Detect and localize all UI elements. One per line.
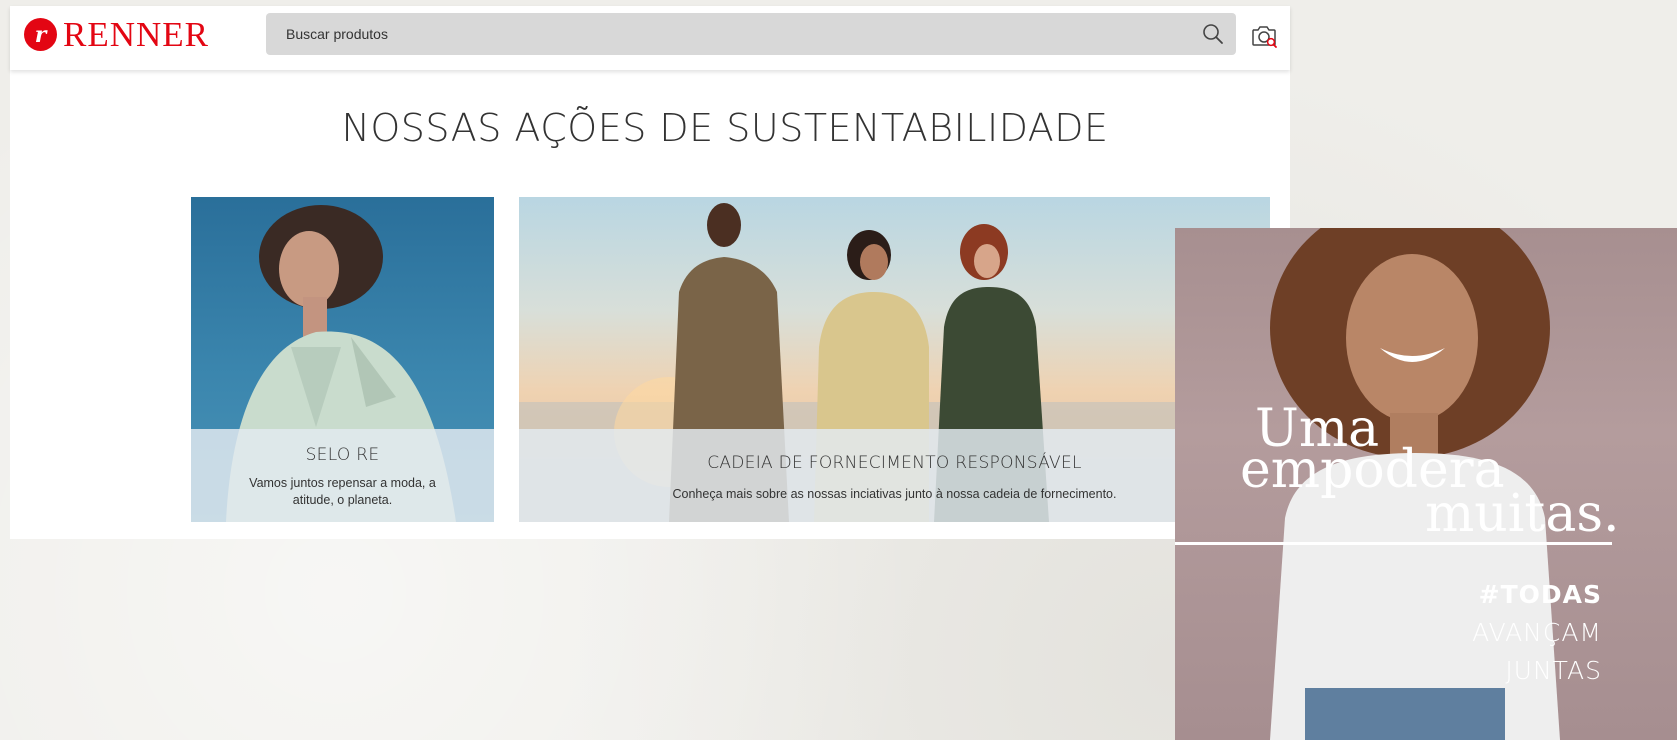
campaign-tag-line-2: AVANÇAM	[1472, 618, 1602, 647]
card-overlay: CADEIA DE FORNECIMENTO RESPONSÁVEL Conhe…	[519, 429, 1270, 522]
card-title: SELO RE	[305, 445, 380, 465]
campaign-hashtag: #TODAS	[1478, 580, 1602, 609]
camera-search-icon[interactable]	[1250, 23, 1278, 49]
site-header: r RENNER	[10, 6, 1290, 70]
card-selo-re[interactable]: SELO RE Vamos juntos repensar a moda, a …	[191, 197, 494, 522]
card-title: CADEIA DE FORNECIMENTO RESPONSÁVEL	[707, 453, 1082, 473]
campaign-divider	[1175, 542, 1612, 545]
card-overlay: SELO RE Vamos juntos repensar a moda, a …	[191, 429, 494, 522]
search-input[interactable]	[266, 13, 1186, 55]
logo-mark-icon: r	[24, 18, 57, 51]
page-title: NOSSAS AÇÕES DE SUSTENTABILIDADE	[341, 106, 1109, 150]
logo-text: RENNER	[63, 15, 209, 54]
search-bar	[266, 13, 1236, 55]
campaign-tag-line-3: JUNTAS	[1505, 656, 1602, 685]
card-description: Vamos juntos repensar a moda, a atitude,…	[249, 476, 436, 507]
search-icon[interactable]	[1202, 23, 1224, 45]
card-cadeia-fornecimento[interactable]: CADEIA DE FORNECIMENTO RESPONSÁVEL Conhe…	[519, 197, 1270, 522]
website-window: r RENNER NOSSAS AÇÕES DE SUSTENTABILIDAD…	[10, 6, 1290, 539]
campaign-headline-line-3: muitas.	[1425, 484, 1620, 544]
campaign-banner: Uma empodera muitas. #TODAS AVANÇAM JUNT…	[1175, 228, 1677, 740]
renner-logo[interactable]: r RENNER	[24, 15, 209, 54]
card-description: Conheça mais sobre as nossas inciativas …	[672, 487, 1117, 501]
